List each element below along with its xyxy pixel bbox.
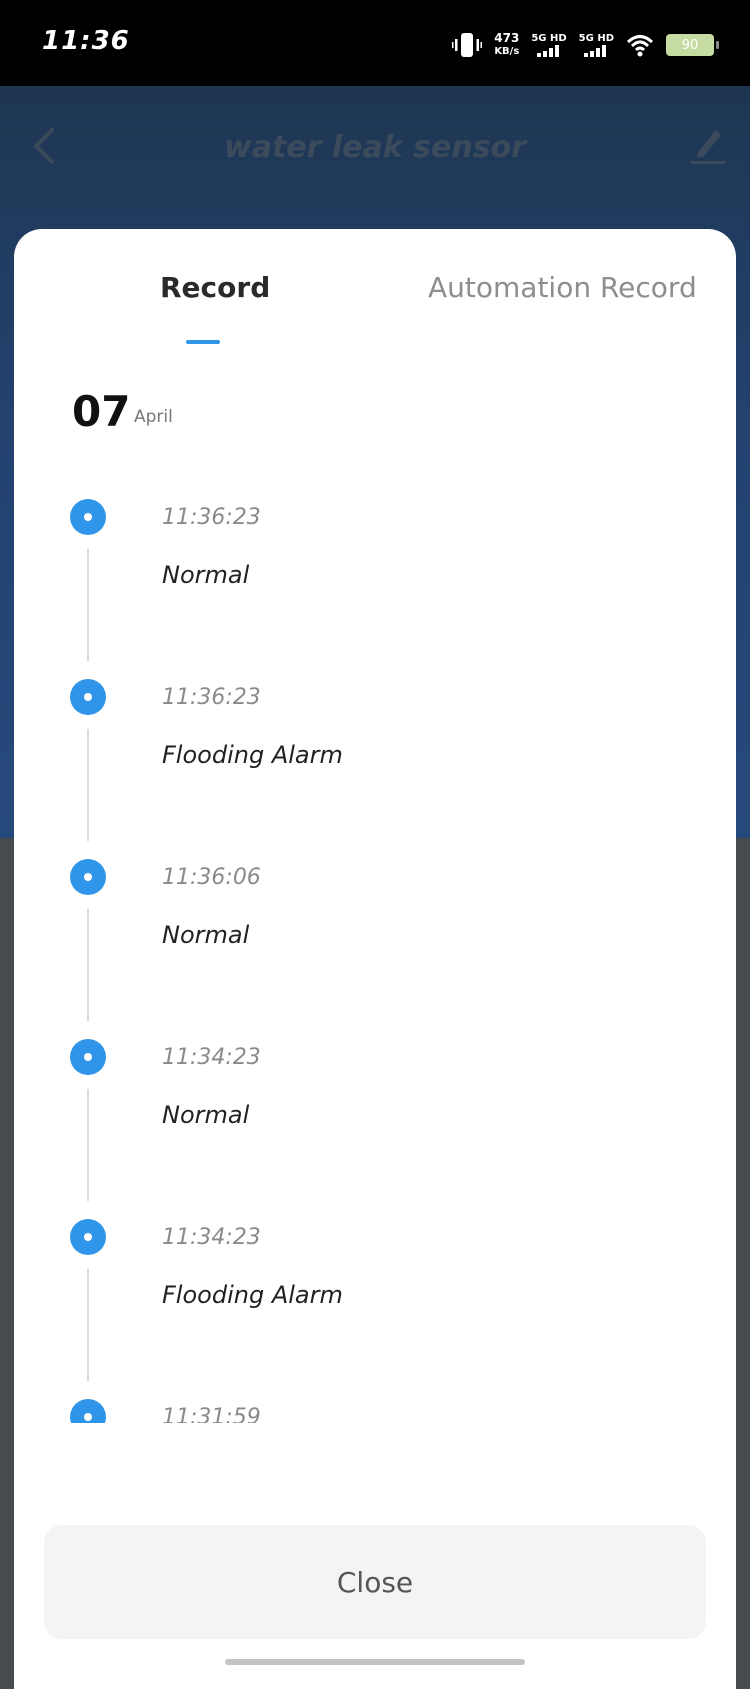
list-item: 11:36:23 Flooding Alarm bbox=[14, 679, 736, 859]
signal-1: 5G HD bbox=[531, 33, 567, 57]
record-time: 11:34:23 bbox=[162, 1045, 261, 1070]
tab-record[interactable]: Record bbox=[160, 271, 270, 304]
signal-1-label: 5G HD bbox=[531, 33, 567, 44]
list-item: 11:34:23 Normal bbox=[14, 1039, 736, 1219]
list-item: 11:34:23 Flooding Alarm bbox=[14, 1219, 736, 1399]
date-month: April bbox=[134, 407, 173, 427]
list-item: 11:36:06 Normal bbox=[14, 859, 736, 1039]
record-status: Normal bbox=[162, 1101, 250, 1129]
record-status: Flooding Alarm bbox=[162, 741, 343, 769]
battery-icon: 90 bbox=[666, 34, 719, 56]
record-sheet: Record Automation Record 07 April 11:36:… bbox=[14, 229, 736, 1689]
signal-2: 5G HD bbox=[579, 33, 614, 57]
record-timeline[interactable]: 11:36:23 Normal 11:36:23 Flooding Alarm … bbox=[14, 499, 736, 1423]
network-speed-unit: KB/s bbox=[494, 46, 520, 57]
signal-icon bbox=[584, 45, 607, 57]
timeline-dot-icon bbox=[70, 1039, 106, 1075]
active-tab-indicator bbox=[186, 340, 220, 344]
status-bar: 11:36 473 KB/s 5G HD 5G HD 90 bbox=[0, 0, 750, 86]
tab-automation-record[interactable]: Automation Record bbox=[428, 271, 697, 304]
edit-pencil-icon[interactable] bbox=[688, 122, 728, 166]
list-item: 11:36:23 Normal bbox=[14, 499, 736, 679]
record-time: 11:36:06 bbox=[162, 865, 261, 890]
list-item: 11:31:59 bbox=[14, 1399, 736, 1423]
timeline-dot-icon bbox=[70, 679, 106, 715]
record-status: Normal bbox=[162, 561, 250, 589]
page-title: water leak sensor bbox=[224, 130, 526, 165]
status-icons: 473 KB/s 5G HD 5G HD 90 bbox=[452, 28, 719, 62]
record-status: Normal bbox=[162, 921, 250, 949]
network-speed: 473 KB/s bbox=[494, 31, 519, 59]
status-time: 11:36 bbox=[42, 26, 130, 56]
home-indicator[interactable] bbox=[225, 1659, 525, 1665]
close-button[interactable]: Close bbox=[44, 1525, 706, 1639]
timeline-connector bbox=[87, 1089, 89, 1201]
battery-level: 90 bbox=[681, 37, 699, 53]
record-time: 11:36:23 bbox=[162, 685, 261, 710]
timeline-connector bbox=[87, 549, 89, 661]
timeline-dot-icon bbox=[70, 1219, 106, 1255]
wifi-icon bbox=[626, 35, 654, 57]
record-time: 11:34:23 bbox=[162, 1225, 261, 1250]
record-status: Flooding Alarm bbox=[162, 1281, 343, 1309]
timeline-connector bbox=[87, 1269, 89, 1381]
network-speed-value: 473 bbox=[494, 31, 520, 45]
timeline-connector bbox=[87, 909, 89, 1021]
app-header: water leak sensor bbox=[0, 86, 750, 206]
timeline-dot-icon bbox=[70, 499, 106, 535]
signal-2-label: 5G HD bbox=[578, 33, 614, 44]
date-day: 07 bbox=[72, 387, 131, 436]
timeline-dot-icon bbox=[70, 1399, 106, 1423]
timeline-connector bbox=[87, 729, 89, 841]
record-time: 11:31:59 bbox=[162, 1405, 261, 1423]
vibrate-icon bbox=[452, 33, 483, 57]
timeline-dot-icon bbox=[70, 859, 106, 895]
record-time: 11:36:23 bbox=[162, 505, 261, 530]
signal-icon bbox=[537, 45, 559, 57]
